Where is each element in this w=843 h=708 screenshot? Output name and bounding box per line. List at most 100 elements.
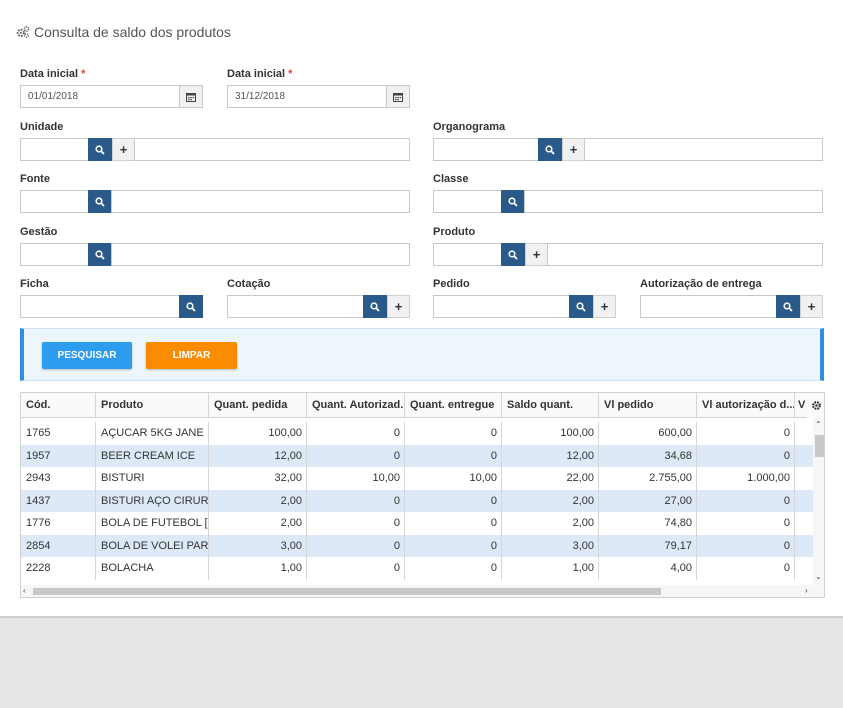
data-final-input[interactable]: 31/12/2018 (227, 85, 387, 108)
calendar-button[interactable] (179, 85, 203, 108)
autorizacao-search-button[interactable] (776, 295, 800, 318)
horizontal-scroll-thumb[interactable] (33, 588, 661, 595)
cell-quant-pedida: 12,00 (209, 444, 307, 467)
col-header-quant-autorizada[interactable]: Quant. Autorizad... (307, 393, 405, 418)
fonte-code-input[interactable] (20, 190, 89, 213)
search-icon (95, 196, 105, 207)
cell-produto: BISTURI AÇO CIRUR... (96, 489, 209, 512)
cotacao-add-button[interactable]: + (387, 295, 410, 318)
search-icon (545, 144, 555, 155)
pedido-input[interactable] (433, 295, 570, 318)
unidade-label: Unidade (20, 121, 64, 133)
gestao-search-button[interactable] (88, 243, 112, 266)
ficha-search-button[interactable] (179, 295, 203, 318)
gestao-code-input[interactable] (20, 243, 89, 266)
unidade-search-button[interactable] (88, 138, 112, 161)
cell-produto: BISTURI (96, 467, 209, 490)
page-footer-area (0, 616, 843, 708)
table-row[interactable]: 1437 BISTURI AÇO CIRUR... 2,00 0 0 2,00 27,00 0 (21, 489, 813, 512)
col-header-vl-autorizacao[interactable]: Vl autorização d... (697, 393, 795, 418)
scroll-up-icon[interactable]: ⌃ (815, 420, 822, 430)
search-icon (783, 301, 793, 312)
classe-search-button[interactable] (501, 190, 525, 213)
col-header-vl-pedido[interactable]: Vl pedido (599, 393, 697, 418)
cotacao-input[interactable] (227, 295, 364, 318)
scroll-right-icon[interactable]: › (805, 586, 808, 596)
ficha-label: Ficha (20, 278, 49, 290)
table-row[interactable]: 2943 BISTURI 32,00 10,00 10,00 22,00 2.755,00 1… (21, 467, 813, 490)
unidade-add-button[interactable]: + (112, 138, 135, 161)
scroll-down-icon[interactable]: ⌄ (815, 572, 822, 582)
col-header-quant-entregue[interactable]: Quant. entregue (405, 393, 502, 418)
horizontal-scrollbar[interactable]: ‹ › (21, 585, 824, 597)
col-header-produto[interactable]: Produto (96, 393, 209, 418)
table-row[interactable]: 2228 BOLACHA 1,00 0 0 1,00 4,00 0 (21, 557, 813, 580)
organograma-search-button[interactable] (538, 138, 562, 161)
ficha-input[interactable] (20, 295, 180, 318)
gear-icon (811, 401, 821, 410)
cell-cod: 1776 (21, 512, 96, 535)
table-row[interactable]: 1776 BOLA DE FUTEBOL [ ... 2,00 0 0 2,00 74,80… (21, 512, 813, 535)
search-icon (95, 144, 105, 155)
table-row[interactable]: 2854 BOLA DE VOLEI PAR... 3,00 0 0 3,00 79,17 0 (21, 534, 813, 557)
cell-saldo-quant: 22,00 (502, 467, 599, 490)
pedido-search-button[interactable] (569, 295, 593, 318)
vertical-scroll-thumb[interactable] (815, 435, 824, 457)
required-mark: * (288, 68, 293, 80)
cell-vl-autorizacao: 0 (697, 557, 795, 580)
page-title: Consulta de saldo dos produtos (16, 24, 231, 40)
cell-vl-pedido: 27,00 (599, 489, 697, 512)
cell-quant-entregue: 0 (405, 557, 502, 580)
classe-description-input[interactable] (524, 190, 823, 213)
cell-quant-autorizada: 10,00 (307, 467, 405, 490)
data-inicial-input[interactable]: 01/01/2018 (20, 85, 180, 108)
unidade-description-input[interactable] (134, 138, 410, 161)
gestao-description-input[interactable] (111, 243, 410, 266)
col-header-cod[interactable]: Cód. (21, 393, 96, 418)
actions-bar (20, 328, 824, 381)
cell-vl-pedido: 2.755,00 (599, 467, 697, 490)
vertical-scrollbar[interactable]: ⌃ ⌄ (813, 418, 824, 585)
page-title-text: Consulta de saldo dos produtos (34, 24, 231, 40)
cell-quant-entregue: 0 (405, 489, 502, 512)
cell-cod: 2228 (21, 557, 96, 580)
fonte-search-button[interactable] (88, 190, 112, 213)
calendar-icon (186, 92, 196, 102)
produto-description-input[interactable] (547, 243, 823, 266)
cell-vl-pedido: 600,00 (599, 422, 697, 445)
cell-vl-autorizacao: 0 (697, 534, 795, 557)
autorizacao-add-button[interactable]: + (800, 295, 823, 318)
classe-code-input[interactable] (433, 190, 502, 213)
cell-quant-entregue: 0 (405, 422, 502, 445)
calendar-button[interactable] (386, 85, 410, 108)
cotacao-search-button[interactable] (363, 295, 387, 318)
organograma-add-button[interactable]: + (562, 138, 585, 161)
organograma-label: Organograma (433, 121, 506, 133)
organograma-description-input[interactable] (584, 138, 823, 161)
col-header-saldo-quant[interactable]: Saldo quant. (502, 393, 599, 418)
cell-quant-autorizada: 0 (307, 489, 405, 512)
pedido-add-button[interactable]: + (593, 295, 616, 318)
limpar-button[interactable]: LIMPAR (146, 342, 237, 369)
cell-cod: 1957 (21, 444, 96, 467)
scroll-left-icon[interactable]: ‹ (23, 586, 26, 596)
pesquisar-button[interactable]: PESQUISAR (42, 342, 132, 369)
autorizacao-input[interactable] (640, 295, 777, 318)
cell-vl-pedido: 74,80 (599, 512, 697, 535)
organograma-code-input[interactable] (433, 138, 539, 161)
cell-quant-entregue: 0 (405, 512, 502, 535)
cell-saldo-quant: 2,00 (502, 489, 599, 512)
col-header-quant-pedida[interactable]: Quant. pedida (209, 393, 307, 418)
cell-quant-pedida: 1,00 (209, 557, 307, 580)
cell-quant-autorizada: 0 (307, 444, 405, 467)
fonte-description-input[interactable] (111, 190, 410, 213)
table-row[interactable]: 1765 AÇUCAR 5KG JANE 100,00 0 0 100,00 600,00 0 (21, 422, 813, 445)
unidade-code-input[interactable] (20, 138, 89, 161)
table-row[interactable]: 1957 BEER CREAM ICE 12,00 0 0 12,00 34,68 0 (21, 444, 813, 467)
produto-add-button[interactable]: + (525, 243, 548, 266)
produto-search-button[interactable] (501, 243, 525, 266)
cell-produto: AÇUCAR 5KG JANE (96, 422, 209, 445)
cell-quant-pedida: 3,00 (209, 534, 307, 557)
produto-code-input[interactable] (433, 243, 502, 266)
column-settings-button[interactable] (807, 393, 824, 418)
